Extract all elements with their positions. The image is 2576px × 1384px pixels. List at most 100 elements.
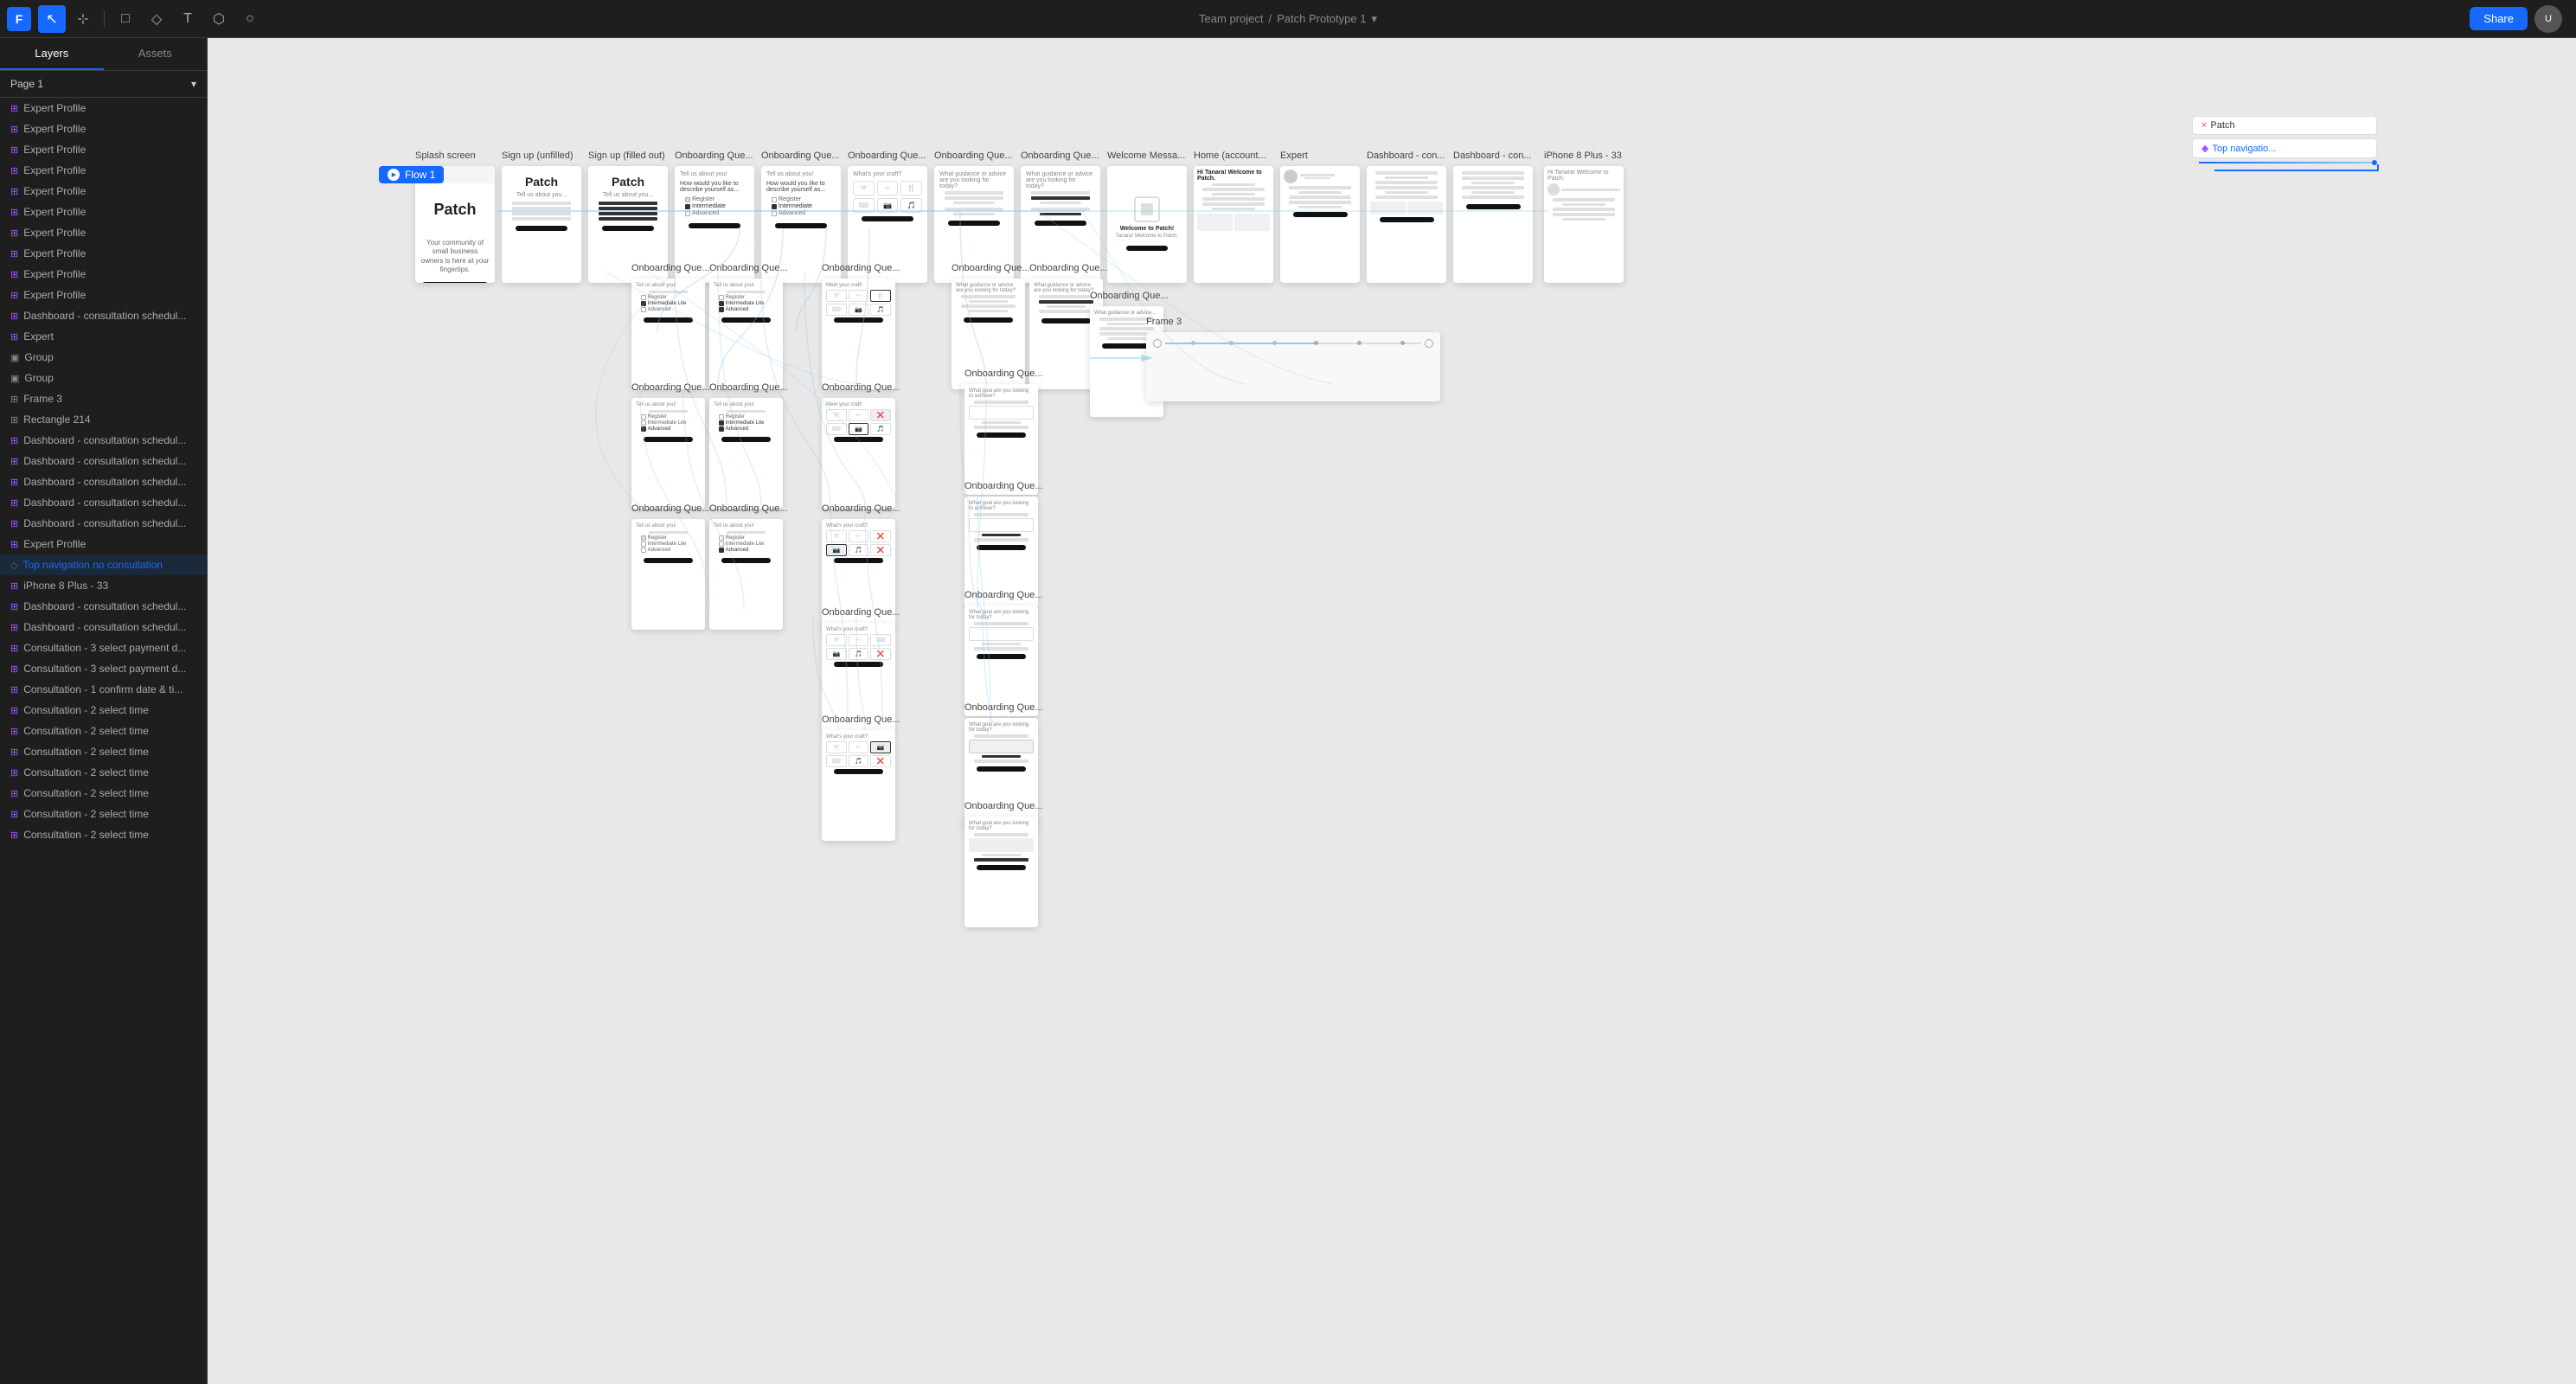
- frame-onb3-1-card[interactable]: Tell us about you! Register Intermediate…: [631, 398, 705, 509]
- layer-label-8: Expert Profile: [23, 268, 86, 280]
- layer-icon-28: ⊞: [10, 684, 18, 695]
- frame-onb4-2-label: Onboarding Que...: [709, 503, 788, 514]
- top-nav-link[interactable]: Top navigatio...: [2212, 144, 2276, 154]
- frame-splash-label: Splash screen: [415, 151, 476, 161]
- layer-icon-20: ⊞: [10, 518, 18, 529]
- frame-signup-unfilled-card[interactable]: Patch Tell us about you...: [502, 166, 581, 283]
- layer-item-0[interactable]: ⊞Expert Profile: [0, 98, 207, 119]
- frame-onb3-1-label: Onboarding Que...: [631, 382, 710, 393]
- layer-icon-18: ⊞: [10, 477, 18, 488]
- tool-pen[interactable]: ◇: [143, 5, 170, 33]
- page-selector[interactable]: Page 1 ▾: [0, 71, 207, 98]
- frame-onb3-2-card[interactable]: Tell us about you! Register Intermediate…: [709, 398, 783, 509]
- frame-onb3-3-card[interactable]: Meet your craft! ⚒ ✂ ❌ ⌨ 📷 🎵: [822, 398, 895, 509]
- layer-item-23[interactable]: ⊞iPhone 8 Plus - 33: [0, 575, 207, 596]
- user-avatar[interactable]: U: [2534, 5, 2562, 33]
- frame-onb3-4-card[interactable]: What goal are you looking to achieve?: [964, 384, 1038, 495]
- layer-icon-2: ⊞: [10, 144, 18, 156]
- frame-onb4-2-card[interactable]: Tell us about you! Register Intermediate…: [709, 519, 783, 630]
- dropdown-icon[interactable]: ▾: [1371, 12, 1377, 26]
- layer-label-19: Dashboard - consultation schedul...: [23, 497, 186, 509]
- flow-play-icon[interactable]: [388, 169, 400, 181]
- layer-item-17[interactable]: ⊞Dashboard - consultation schedul...: [0, 451, 207, 471]
- layer-item-21[interactable]: ⊞Expert Profile: [0, 534, 207, 554]
- layer-item-25[interactable]: ⊞Dashboard - consultation schedul...: [0, 617, 207, 638]
- layer-item-7[interactable]: ⊞Expert Profile: [0, 243, 207, 264]
- layer-label-6: Expert Profile: [23, 227, 86, 239]
- layer-item-13[interactable]: ▣Group: [0, 368, 207, 388]
- share-button[interactable]: Share: [2470, 7, 2528, 30]
- layer-icon-9: ⊞: [10, 290, 18, 301]
- tool-rectangle[interactable]: □: [112, 5, 139, 33]
- frame-home-label: Home (account...: [1194, 151, 1266, 161]
- layer-item-19[interactable]: ⊞Dashboard - consultation schedul...: [0, 492, 207, 513]
- layer-item-3[interactable]: ⊞Expert Profile: [0, 160, 207, 181]
- tab-assets[interactable]: Assets: [104, 38, 208, 70]
- layer-item-30[interactable]: ⊞Consultation - 2 select time: [0, 721, 207, 741]
- layer-item-1[interactable]: ⊞Expert Profile: [0, 119, 207, 139]
- layer-item-26[interactable]: ⊞Consultation - 3 select payment d...: [0, 638, 207, 658]
- layer-item-27[interactable]: ⊞Consultation - 3 select payment d...: [0, 658, 207, 679]
- frame-onb2-1-card[interactable]: Tell us about you! Register Intermediate…: [631, 279, 705, 389]
- layer-item-2[interactable]: ⊞Expert Profile: [0, 139, 207, 160]
- frame3-card[interactable]: [1146, 332, 1440, 401]
- layer-item-35[interactable]: ⊞Consultation - 2 select time: [0, 824, 207, 845]
- layer-item-24[interactable]: ⊞Dashboard - consultation schedul...: [0, 596, 207, 617]
- frame-onb4-1-card[interactable]: Tell us about you! Register Intermediate…: [631, 519, 705, 630]
- layer-item-10[interactable]: ⊞Dashboard - consultation schedul...: [0, 305, 207, 326]
- title-separator: /: [1268, 12, 1272, 25]
- frame-onb4-4-label: Onboarding Que...: [964, 481, 1043, 491]
- close-icon[interactable]: ×: [2201, 120, 2207, 131]
- layer-icon-24: ⊞: [10, 601, 18, 612]
- frame-onb5-2-card[interactable]: What goal are you looking for today?: [964, 606, 1038, 716]
- layer-item-18[interactable]: ⊞Dashboard - consultation schedul...: [0, 471, 207, 492]
- layer-item-33[interactable]: ⊞Consultation - 2 select time: [0, 783, 207, 804]
- layer-list[interactable]: ⊞Expert Profile⊞Expert Profile⊞Expert Pr…: [0, 98, 207, 1384]
- layer-item-32[interactable]: ⊞Consultation - 2 select time: [0, 762, 207, 783]
- canvas[interactable]: Flow 1 × Patch ◆ Top navigatio... Splash…: [208, 38, 2576, 1384]
- frame-iphone-card[interactable]: Hi Tanara! Welcome to Patch.: [1544, 166, 1624, 283]
- layer-icon-25: ⊞: [10, 622, 18, 633]
- layer-item-29[interactable]: ⊞Consultation - 2 select time: [0, 700, 207, 721]
- frame-onb2-3-card[interactable]: Meet your craft! ⚒ ✂ 🍴 ⌨ 📷 🎵: [822, 279, 895, 389]
- layer-item-5[interactable]: ⊞Expert Profile: [0, 202, 207, 222]
- tab-layers[interactable]: Layers: [0, 38, 104, 70]
- frame-onb8-1-card[interactable]: What goal are you looking for today?: [964, 817, 1038, 927]
- figma-logo[interactable]: F: [7, 7, 31, 31]
- layer-item-4[interactable]: ⊞Expert Profile: [0, 181, 207, 202]
- layer-label-10: Dashboard - consultation schedul...: [23, 310, 186, 322]
- layer-item-6[interactable]: ⊞Expert Profile: [0, 222, 207, 243]
- frame-onb6-1-label: Onboarding Que...: [964, 702, 1043, 713]
- toolbar: F ↖ ⊹ □ ◇ T ⬡ ○ Team project / Patch Pro…: [0, 0, 2576, 38]
- layer-item-11[interactable]: ⊞Expert: [0, 326, 207, 347]
- tool-move[interactable]: ↖: [38, 5, 66, 33]
- layer-item-9[interactable]: ⊞Expert Profile: [0, 285, 207, 305]
- frame-dashboard-con1-card[interactable]: [1367, 166, 1446, 283]
- tool-text[interactable]: T: [174, 5, 202, 33]
- layer-icon-3: ⊞: [10, 165, 18, 176]
- layer-icon-0: ⊞: [10, 103, 18, 114]
- layer-item-31[interactable]: ⊞Consultation - 2 select time: [0, 741, 207, 762]
- layer-item-20[interactable]: ⊞Dashboard - consultation schedul...: [0, 513, 207, 534]
- frame-welcome-card[interactable]: Welcome to Patch! Tanara! Welcome to Pat…: [1107, 166, 1187, 283]
- layer-item-16[interactable]: ⊞Dashboard - consultation schedul...: [0, 430, 207, 451]
- layer-label-27: Consultation - 3 select payment d...: [23, 663, 186, 675]
- tool-component[interactable]: ⬡: [205, 5, 233, 33]
- tool-comment[interactable]: ○: [236, 5, 264, 33]
- frame-splash-card[interactable]: Patch Your community of small business o…: [415, 166, 495, 283]
- layer-item-22[interactable]: ◇Top navigation no consultation: [0, 554, 207, 575]
- frame-expert-card[interactable]: [1280, 166, 1360, 283]
- layer-item-12[interactable]: ▣Group: [0, 347, 207, 368]
- layer-item-8[interactable]: ⊞Expert Profile: [0, 264, 207, 285]
- layer-item-14[interactable]: ⊞Frame 3: [0, 388, 207, 409]
- frame-dashboard-con2-card[interactable]: [1453, 166, 1533, 283]
- frame-home-card[interactable]: Hi Tanara! Welcome to Patch.: [1194, 166, 1273, 283]
- layer-item-28[interactable]: ⊞Consultation - 1 confirm date & ti...: [0, 679, 207, 700]
- frame-onb6-1-card[interactable]: What goal are you looking for today?: [964, 718, 1038, 829]
- layer-item-15[interactable]: ⊞Rectangle 214: [0, 409, 207, 430]
- tool-frame[interactable]: ⊹: [69, 5, 97, 33]
- frame-onb7-1-card[interactable]: What's your craft? ⚒ ✂ 📷 ⌨ 🎵 ❌: [822, 730, 895, 841]
- frame-onb2-2-card[interactable]: Tell us about you! Register Intermediate…: [709, 279, 783, 389]
- layer-item-34[interactable]: ⊞Consultation - 2 select time: [0, 804, 207, 824]
- frame-onb4-1-label: Onboarding Que...: [631, 503, 710, 514]
